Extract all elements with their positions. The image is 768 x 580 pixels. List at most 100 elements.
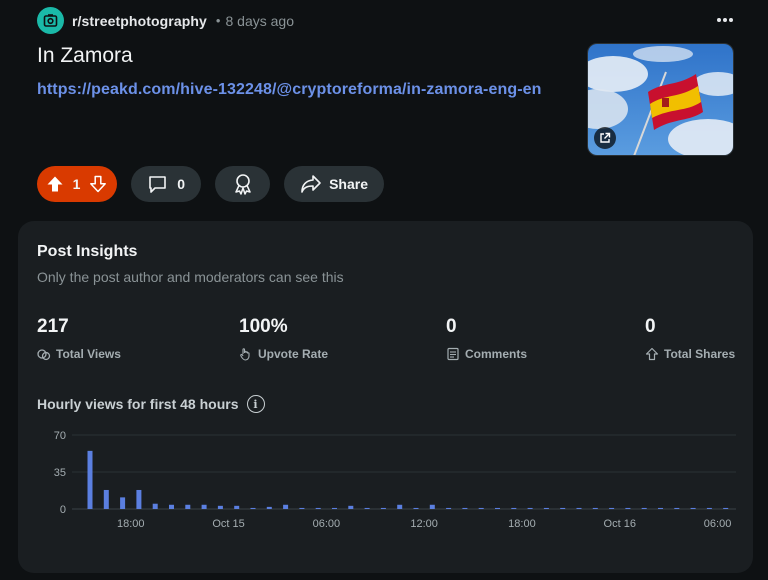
stat-label: Total Views xyxy=(56,347,121,361)
x-tick-label: 06:00 xyxy=(704,518,732,530)
stat-total-views: 217 Total Views xyxy=(37,316,121,361)
post-header: r/streetphotography • 8 days ago xyxy=(37,7,294,34)
comment-icon xyxy=(149,175,166,193)
comments-icon xyxy=(447,347,459,361)
camera-icon xyxy=(43,14,58,27)
subreddit-name[interactable]: r/streetphotography xyxy=(72,13,207,29)
chart-bar[interactable] xyxy=(560,507,566,509)
chart-bar[interactable] xyxy=(462,507,468,509)
chart-bar[interactable] xyxy=(332,507,337,509)
upvote-hand-icon xyxy=(240,348,250,361)
post-link[interactable]: https://peakd.com/hive-132248/@cryptoref… xyxy=(37,81,542,99)
chart-bar[interactable] xyxy=(87,450,93,509)
chart-bar[interactable] xyxy=(266,506,272,509)
more-dot-icon xyxy=(717,18,721,22)
chart-bar[interactable] xyxy=(723,507,729,509)
chart-bar[interactable] xyxy=(706,507,712,509)
subreddit-avatar[interactable] xyxy=(37,7,64,34)
chart-bar[interactable] xyxy=(641,507,647,509)
chart-bar[interactable] xyxy=(185,504,191,509)
vote-count: 1 xyxy=(72,176,81,192)
views-icon xyxy=(37,349,51,361)
stat-label: Upvote Rate xyxy=(258,347,329,361)
stat-label-row: Total Shares xyxy=(645,347,735,361)
award-button[interactable] xyxy=(215,166,270,202)
chart-bar[interactable] xyxy=(511,507,517,509)
post-title[interactable]: In Zamora xyxy=(37,44,133,68)
y-tick-label: 70 xyxy=(54,430,66,442)
chart-bar[interactable] xyxy=(217,505,223,509)
y-tick-label: 35 xyxy=(54,467,66,479)
stat-total-shares: 0 Total Shares xyxy=(645,316,735,361)
external-link-icon xyxy=(594,127,616,149)
more-options-button[interactable] xyxy=(713,12,737,28)
separator-dot: • xyxy=(215,13,221,28)
upvote-icon[interactable] xyxy=(46,175,64,193)
chart-bar[interactable] xyxy=(543,507,549,509)
chart-bar[interactable] xyxy=(625,507,631,509)
chart-bar[interactable] xyxy=(397,504,403,509)
chart-bar[interactable] xyxy=(413,507,419,509)
hourly-views-chart: 0 35 70 18:00 Oct 15 06:00 12:00 18:00 Oct 16 06:… xyxy=(54,430,736,530)
chart-bar[interactable] xyxy=(527,507,533,509)
stat-value: 100% xyxy=(239,316,288,337)
post-thumbnail[interactable] xyxy=(587,43,734,156)
info-icon[interactable]: i xyxy=(246,395,265,413)
post-insights-panel: Post Insights Only the post author and m… xyxy=(18,221,753,573)
downvote-icon[interactable] xyxy=(89,175,107,193)
chart-bar[interactable] xyxy=(299,507,305,509)
chart-title-row: Hourly views for first 48 hours i xyxy=(37,395,265,413)
chart-bar[interactable] xyxy=(592,507,598,509)
chart-bar[interactable] xyxy=(152,503,158,509)
chart-bar[interactable] xyxy=(120,497,126,509)
chart-bar[interactable] xyxy=(674,507,680,509)
share-label: Share xyxy=(329,176,368,192)
stat-value: 0 xyxy=(446,316,457,337)
x-tick-label: 18:00 xyxy=(508,518,536,530)
chart-bar[interactable] xyxy=(169,504,174,509)
insights-title: Post Insights xyxy=(37,243,138,260)
chart-bar[interactable] xyxy=(348,505,354,509)
chart-bar[interactable] xyxy=(315,507,321,509)
post-age: 8 days ago xyxy=(225,12,294,29)
chart-bar[interactable] xyxy=(234,505,240,509)
chart-bar[interactable] xyxy=(429,504,435,509)
x-tick-label: Oct 16 xyxy=(604,518,636,530)
stat-label-row: Comments xyxy=(446,347,527,361)
chart-bar[interactable] xyxy=(103,489,109,509)
chart-bar[interactable] xyxy=(609,507,615,509)
stat-upvote-rate: 100% Upvote Rate xyxy=(239,316,328,361)
chart-bar[interactable] xyxy=(136,489,142,509)
chart-bar[interactable] xyxy=(478,507,484,509)
share-button[interactable]: Share xyxy=(284,166,384,202)
stat-value: 0 xyxy=(645,316,656,337)
share-arrow-icon xyxy=(301,175,321,193)
chart-bar[interactable] xyxy=(201,504,207,509)
action-bar: 1 0 Share xyxy=(37,166,384,202)
insights-subtitle: Only the post author and moderators can … xyxy=(37,269,344,285)
chart-bar[interactable] xyxy=(446,507,452,509)
comment-count: 0 xyxy=(177,176,185,192)
stat-label: Comments xyxy=(465,347,528,361)
x-tick-label: 12:00 xyxy=(410,518,438,530)
x-tick-label: 18:00 xyxy=(117,518,145,530)
stat-label-row: Total Views xyxy=(37,347,121,361)
more-dot-icon xyxy=(723,18,727,22)
x-tick-label: 06:00 xyxy=(313,518,341,530)
stat-label: Total Shares xyxy=(664,347,736,361)
chart-bar[interactable] xyxy=(364,507,370,509)
chart-bar[interactable] xyxy=(283,504,289,509)
chart-bar[interactable] xyxy=(250,507,256,509)
stat-label-row: Upvote Rate xyxy=(239,347,328,361)
chart-bar[interactable] xyxy=(380,507,386,509)
x-tick-label: Oct 15 xyxy=(212,518,244,530)
chart-bar[interactable] xyxy=(690,507,696,509)
chart-bar[interactable] xyxy=(658,507,663,509)
vote-control: 1 xyxy=(37,166,117,202)
share-icon xyxy=(645,347,659,361)
chart-bar[interactable] xyxy=(495,507,500,509)
chart-title: Hourly views for first 48 hours xyxy=(37,396,239,412)
comments-button[interactable]: 0 xyxy=(131,166,201,202)
stat-value: 217 xyxy=(37,316,69,337)
chart-bar[interactable] xyxy=(576,507,582,509)
